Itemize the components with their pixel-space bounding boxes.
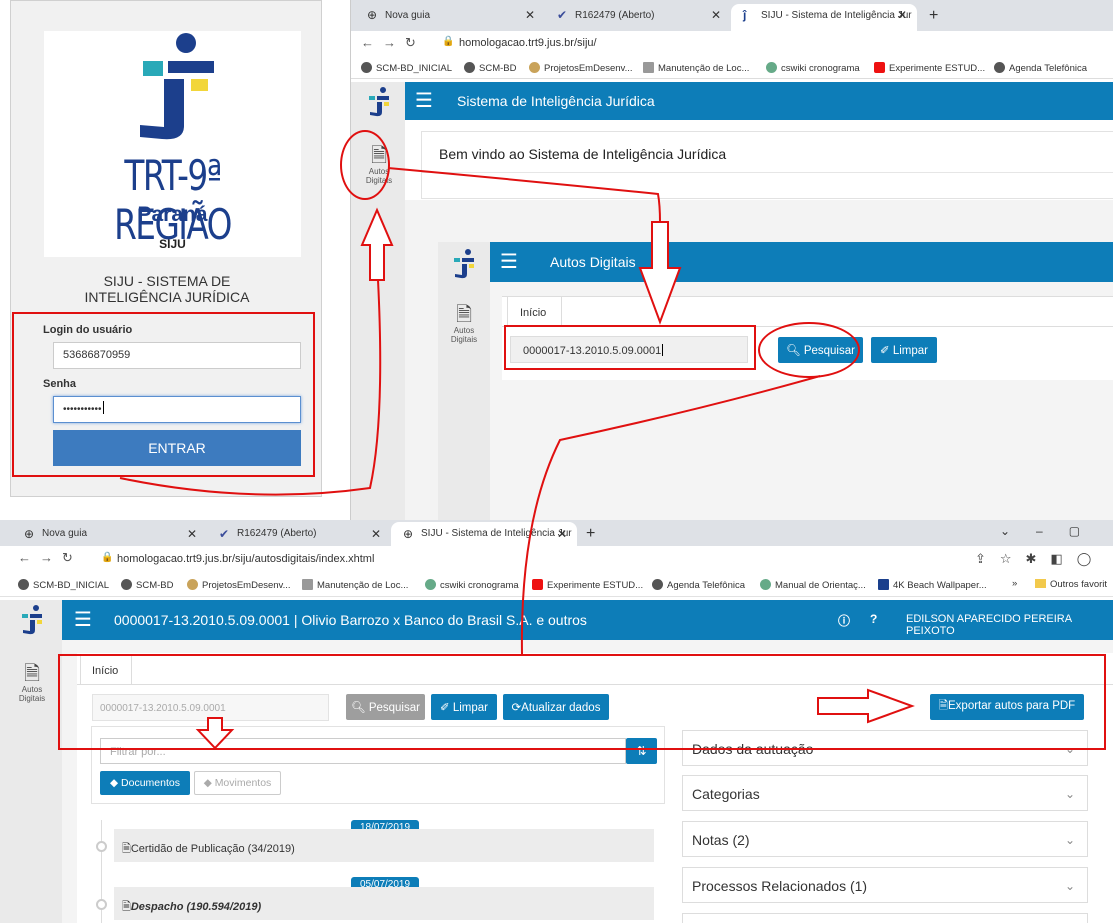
annotation-arrows bbox=[119, 167, 915, 750]
